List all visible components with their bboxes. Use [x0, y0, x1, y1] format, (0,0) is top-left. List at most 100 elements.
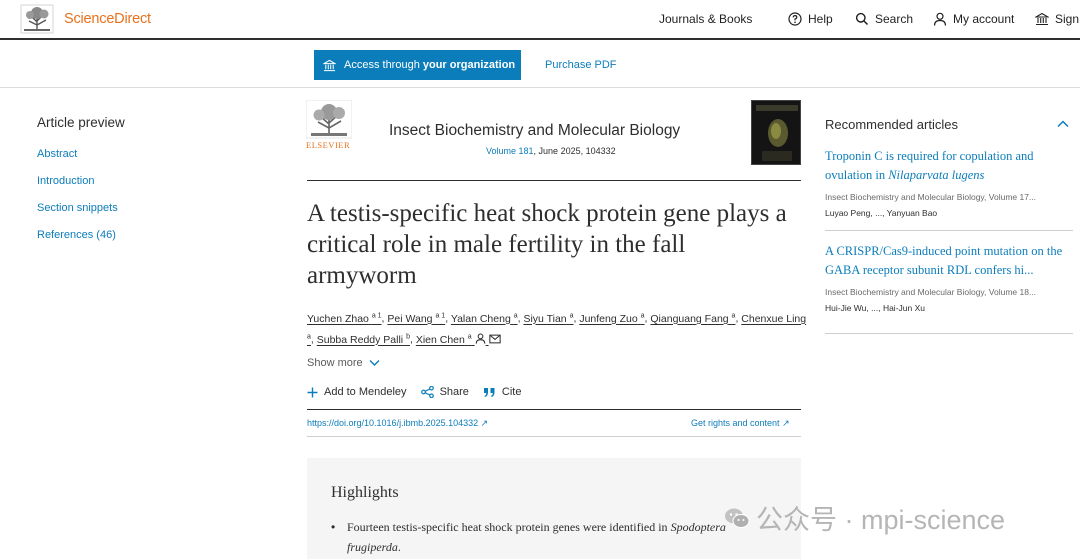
- recommended-article-source: Insect Biochemistry and Molecular Biolog…: [825, 287, 1037, 297]
- elsevier-tree-icon[interactable]: [20, 4, 54, 34]
- add-to-mendeley-button[interactable]: Add to Mendeley: [307, 386, 407, 398]
- external-link-icon: ↗: [782, 418, 790, 428]
- author-name: Siyu Tian: [523, 312, 567, 325]
- help-icon: [788, 12, 802, 26]
- rec-title-species: Nilaparvata lugens: [888, 168, 985, 182]
- recommended-article-authors: Luyao Peng, ..., Yanyuan Bao: [825, 208, 938, 218]
- author-affiliation: a: [731, 312, 736, 319]
- external-link-icon: ↗: [480, 418, 489, 428]
- nav-my-account-label: My account: [953, 12, 1015, 26]
- recommended-article-link[interactable]: A CRISPR/Cas9-induced point mutation on …: [825, 242, 1075, 280]
- author-name: Qianguang Fang: [650, 312, 729, 325]
- author-link[interactable]: Junfeng Zuo a: [579, 312, 645, 325]
- toc-introduction[interactable]: Introduction: [37, 175, 94, 187]
- share-icon: [420, 386, 434, 398]
- author-list: Yuchen Zhao a 1, Pei Wang a 1, Yalan Che…: [307, 312, 807, 346]
- toc-abstract[interactable]: Abstract: [37, 148, 77, 160]
- recommended-divider: [825, 333, 1073, 334]
- access-through-organization-button[interactable]: Access through your organization: [314, 50, 521, 80]
- journal-cover-image[interactable]: [751, 100, 801, 165]
- nav-search[interactable]: Search: [855, 12, 913, 26]
- corresponding-author-icon[interactable]: [475, 333, 486, 344]
- cover-art-icon: [752, 101, 800, 164]
- purchase-pdf-link[interactable]: Purchase PDF: [545, 59, 617, 71]
- wechat-watermark: 公众号 · mpi-science: [724, 498, 1005, 537]
- share-button[interactable]: Share: [420, 386, 469, 398]
- nav-sign-in[interactable]: Sign i: [1035, 12, 1080, 26]
- header-divider: [307, 180, 801, 181]
- doi-divider: [307, 436, 801, 437]
- plus-icon: [307, 387, 318, 397]
- toc-section-snippets[interactable]: Section snippets: [37, 202, 118, 214]
- institution-icon: [1035, 12, 1049, 26]
- author-name: Chenxue Ling: [741, 312, 807, 325]
- share-label: Share: [439, 386, 469, 398]
- author-name: Subba Reddy Palli: [316, 333, 404, 346]
- author-name: Pei Wang: [387, 312, 433, 325]
- author-link[interactable]: Yuchen Zhao a 1: [307, 312, 382, 325]
- elsevier-wordmark: ELSEVIER: [306, 140, 351, 150]
- nav-journals-label: Journals & Books: [659, 12, 753, 26]
- top-header: ScienceDirect Journals & Books Help Sear…: [0, 0, 1080, 40]
- actions-divider: [307, 409, 801, 410]
- bullet-icon: •: [331, 520, 336, 534]
- highlight-end: .: [397, 540, 401, 554]
- author-affiliation: a 1: [435, 312, 446, 319]
- nav-search-label: Search: [875, 12, 914, 26]
- author-link[interactable]: Xien Chen a: [415, 333, 501, 346]
- email-icon[interactable]: [488, 334, 501, 344]
- chevron-up-icon[interactable]: [1056, 117, 1070, 131]
- author-name: Xien Chen: [415, 333, 465, 346]
- author-affiliation: a: [513, 312, 518, 319]
- cite-label: Cite: [501, 386, 522, 398]
- author-name: Yalan Cheng: [450, 312, 511, 325]
- highlight-item: Fourteen testis-specific heat shock prot…: [347, 517, 747, 557]
- author-link[interactable]: Pei Wang a 1: [387, 312, 446, 325]
- nav-journals-books[interactable]: Journals & Books: [659, 12, 752, 26]
- recommended-article-authors: Hui-Jie Wu, ..., Hai-Jun Xu: [825, 303, 925, 313]
- mendeley-label: Add to Mendeley: [324, 386, 407, 398]
- article-title: A testis-specific heat shock protein gen…: [307, 200, 787, 289]
- toc-references[interactable]: References (46): [37, 229, 116, 241]
- author-link[interactable]: Qianguang Fang a: [650, 312, 736, 325]
- nav-sign-in-label: Sign i: [1055, 12, 1080, 26]
- article-actions: Add to Mendeley Share Cite: [307, 386, 521, 398]
- sciencedirect-logo[interactable]: ScienceDirect: [64, 11, 151, 27]
- user-icon: [933, 12, 947, 26]
- recommended-divider: [825, 230, 1073, 231]
- doi-link[interactable]: https://doi.org/10.1016/j.ibmb.2025.1043…: [307, 418, 488, 429]
- cite-button[interactable]: Cite: [483, 386, 522, 398]
- author-affiliation: b: [406, 333, 410, 340]
- author-link[interactable]: Subba Reddy Palli b: [316, 333, 410, 346]
- chevron-down-icon: [369, 360, 380, 366]
- access-button-label: Access through your organization: [344, 59, 515, 71]
- nav-my-account[interactable]: My account: [933, 12, 1014, 26]
- journal-volume-info: Volume 181, June 2025, 104332: [486, 146, 616, 156]
- author-link[interactable]: Siyu Tian a: [523, 312, 573, 325]
- watermark-text: 公众号 · mpi-science: [756, 505, 1006, 535]
- journal-volume-link[interactable]: Volume 181: [486, 146, 534, 156]
- author-name: Junfeng Zuo: [579, 312, 638, 325]
- nav-help-label: Help: [808, 12, 833, 26]
- author-affiliation: a: [307, 333, 311, 340]
- journal-issue-text: , June 2025, 104332: [533, 146, 616, 156]
- institution-icon: [323, 59, 336, 71]
- journal-title-link[interactable]: Insect Biochemistry and Molecular Biolog…: [389, 122, 680, 140]
- author-affiliation: a 1: [371, 312, 382, 319]
- access-button-bold: your organization: [422, 59, 516, 71]
- quote-icon: [483, 387, 495, 397]
- rights-content-link[interactable]: Get rights and content ↗: [691, 418, 790, 429]
- recommended-article-link[interactable]: Troponin C is required for copulation an…: [825, 147, 1075, 185]
- author-link[interactable]: Yalan Cheng a: [450, 312, 518, 325]
- recommended-article-source: Insect Biochemistry and Molecular Biolog…: [825, 192, 1037, 202]
- show-more-toggle[interactable]: Show more: [307, 357, 380, 369]
- nav-help[interactable]: Help: [788, 12, 833, 26]
- article-preview-heading: Article preview: [37, 115, 125, 130]
- recommended-articles-heading: Recommended articles: [825, 117, 958, 132]
- author-affiliation: a: [467, 333, 472, 340]
- author-affiliation: a: [640, 312, 645, 319]
- doi-text: https://doi.org/10.1016/j.ibmb.2025.1043…: [307, 418, 479, 428]
- access-bar: Access through your organization Purchas…: [0, 42, 1080, 88]
- wechat-icon: [725, 508, 750, 528]
- highlight-text: Fourteen testis-specific heat shock prot…: [347, 520, 671, 534]
